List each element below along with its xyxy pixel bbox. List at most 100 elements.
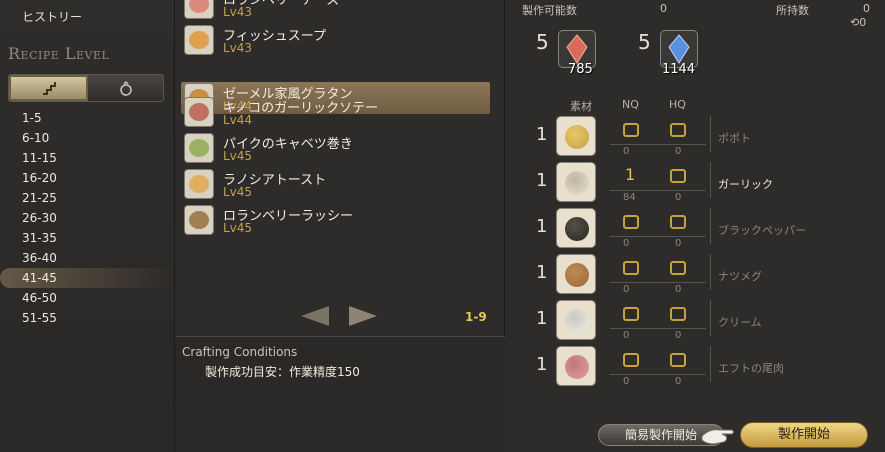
level-item[interactable]: 41-45	[0, 268, 175, 288]
master-recipe-button[interactable]	[88, 75, 163, 101]
cream-icon[interactable]	[556, 300, 596, 340]
hq-checkbox[interactable]	[670, 353, 686, 367]
material-row: 1 0 0 ナツメグ	[506, 254, 885, 300]
hq-checkbox[interactable]	[670, 261, 686, 275]
material-required-qty: 1	[536, 354, 548, 375]
hq-owned-count: 0	[675, 238, 682, 249]
recipe-item[interactable]: キノコのガーリックソテー Lv44	[181, 96, 491, 128]
material-row: 1 0 0 ブラックペッパー	[506, 208, 885, 254]
level-item[interactable]: 26-30	[0, 208, 175, 228]
divider	[710, 116, 711, 152]
recipe-item[interactable]: ロランベリーラッシー Lv45	[181, 204, 491, 236]
recipe-level: Lv44	[223, 113, 253, 127]
hq-owned-indicator: ⟲0	[850, 16, 866, 29]
hq-checkbox[interactable]	[670, 215, 686, 229]
nq-checkbox[interactable]	[623, 353, 639, 367]
start-crafting-button[interactable]: 製作開始	[740, 422, 868, 448]
hq-owned-count: 0	[675, 284, 682, 295]
level-item[interactable]: 36-40	[0, 248, 175, 268]
hq-owned-count: 0	[675, 330, 682, 341]
level-item[interactable]: 46-50	[0, 288, 175, 308]
material-row: 1 0 0 ポポト	[506, 116, 885, 162]
level-list: 1-5 6-10 11-15 16-20 21-25 26-30 31-35 36-40 41-…	[0, 108, 175, 328]
recipe-item[interactable]: ラノシアトースト Lv45	[181, 168, 491, 200]
level-item[interactable]: 21-25	[0, 188, 175, 208]
level-item[interactable]: 1-5	[0, 108, 175, 128]
cabbage-roll-icon	[184, 133, 214, 163]
col-hq: HQ	[669, 98, 686, 111]
hq-owned-count: 0	[675, 192, 682, 203]
nq-selected-value[interactable]: 1	[625, 165, 635, 184]
divider	[610, 374, 706, 375]
nq-owned-count: 0	[623, 146, 630, 157]
page-indicator: 1-9	[465, 310, 487, 324]
material-name: クリーム	[718, 316, 762, 329]
moneybag-icon	[119, 80, 132, 96]
nq-owned-count: 0	[623, 330, 630, 341]
material-required-qty: 1	[536, 124, 548, 145]
recipe-level: Lv43	[223, 41, 253, 55]
recipe-level: Lv45	[223, 149, 253, 163]
stairs-icon	[42, 82, 56, 95]
hq-icon: ⟲	[850, 16, 860, 29]
nq-checkbox[interactable]	[623, 261, 639, 275]
nq-checkbox[interactable]	[623, 215, 639, 229]
col-nq: NQ	[622, 98, 639, 111]
crystal-owned: 1144	[662, 62, 696, 77]
level-item[interactable]: 51-55	[0, 308, 175, 328]
recipe-item[interactable]: フィッシュスープ Lv43	[181, 24, 491, 56]
recipe-level: Lv43	[223, 5, 253, 19]
toast-dish-icon	[184, 169, 214, 199]
owned-label: 所持数	[776, 4, 809, 17]
divider	[610, 282, 706, 283]
recipe-item[interactable]: ロランベリーチーズ Lv43	[181, 0, 491, 20]
craftable-value: 0	[660, 2, 667, 15]
crystal-owned: 785	[568, 62, 593, 77]
divider	[610, 328, 706, 329]
hq-checkbox[interactable]	[670, 307, 686, 321]
prev-page-arrow-icon[interactable]	[301, 306, 329, 326]
material-name: エフトの尾肉	[718, 362, 784, 375]
pointing-hand-cursor-icon	[701, 429, 734, 445]
nq-checkbox[interactable]	[623, 123, 639, 137]
material-required-qty: 1	[536, 170, 548, 191]
divider	[710, 208, 711, 244]
popoto-icon[interactable]	[556, 116, 596, 156]
hq-owned-count: 0	[675, 376, 682, 387]
nutmeg-icon[interactable]	[556, 254, 596, 294]
divider	[610, 236, 706, 237]
level-item[interactable]: 6-10	[0, 128, 175, 148]
hq-checkbox[interactable]	[670, 169, 686, 183]
history-link[interactable]: ヒストリー	[22, 8, 82, 25]
next-page-arrow-icon[interactable]	[349, 306, 377, 326]
recipe-level: Lv45	[223, 221, 253, 235]
divider	[610, 190, 706, 191]
owned-value: 0	[863, 2, 870, 15]
divider	[710, 300, 711, 336]
cheese-dish-icon	[184, 0, 214, 19]
material-name: ポポト	[718, 132, 751, 145]
material-name: ブラックペッパー	[718, 224, 806, 237]
recipe-level-panel: ヒストリー Recipe Level 1-5 6-10 11-15 16-20 21-2…	[0, 0, 175, 452]
material-required-qty: 1	[536, 262, 548, 283]
recipe-level: Lv45	[223, 185, 253, 199]
crystal-required: 5	[536, 30, 549, 54]
garlic-icon[interactable]	[556, 162, 596, 202]
material-row: 1 0 0 エフトの尾肉	[506, 346, 885, 392]
lassi-jug-icon	[184, 205, 214, 235]
divider	[710, 162, 711, 198]
hq-checkbox[interactable]	[670, 123, 686, 137]
recipe-item[interactable]: パイクのキャベツ巻き Lv45	[181, 132, 491, 164]
recipe-list-panel: ロランベリーチーズ Lv43 フィッシュスープ Lv43 ゼーメル家風グラタン Lv44 キ…	[175, 0, 505, 452]
level-item[interactable]: 11-15	[0, 148, 175, 168]
nq-owned-count: 0	[623, 284, 630, 295]
level-mode-button[interactable]	[9, 75, 88, 101]
level-item[interactable]: 31-35	[0, 228, 175, 248]
material-name: ナツメグ	[718, 270, 762, 283]
nq-checkbox[interactable]	[623, 307, 639, 321]
conditions-text: 製作成功目安：作業精度150	[205, 365, 360, 379]
level-item[interactable]: 16-20	[0, 168, 175, 188]
eft-tail-icon[interactable]	[556, 346, 596, 386]
black-pepper-icon[interactable]	[556, 208, 596, 248]
recipe-filter-toggle	[8, 74, 164, 102]
